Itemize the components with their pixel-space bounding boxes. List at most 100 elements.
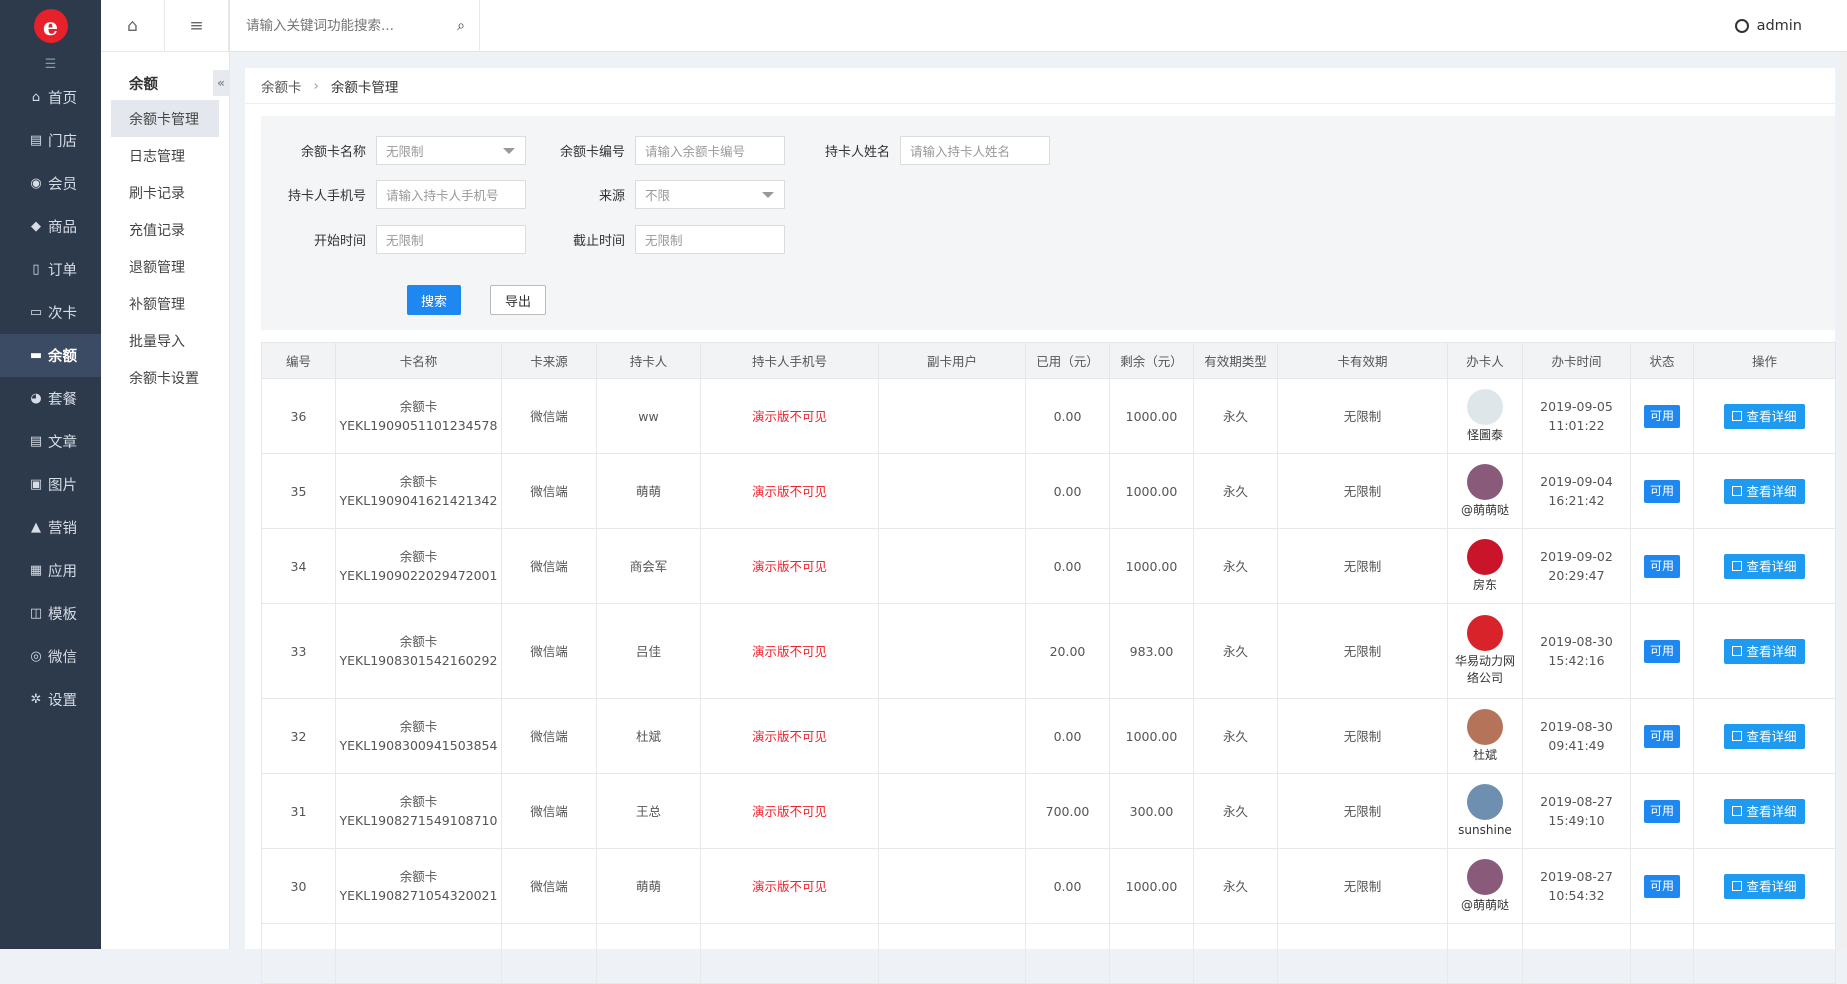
card-name: 余额卡 bbox=[399, 474, 438, 489]
cell-datetime: 2019-09-05 11:01:22 bbox=[1522, 378, 1631, 454]
nav-item-1[interactable]: ▤ 门店 bbox=[0, 119, 101, 162]
nav-item-14[interactable]: ✲ 设置 bbox=[0, 678, 101, 721]
view-detail-button[interactable]: 查看详细 bbox=[1724, 553, 1805, 579]
cell-empty bbox=[261, 923, 336, 984]
cell-holder: 杜斌 bbox=[596, 698, 701, 774]
end-label: 截止时间 bbox=[572, 234, 625, 249]
collapse-icon[interactable]: « bbox=[213, 70, 229, 96]
chevron-right-icon: › bbox=[313, 77, 319, 94]
status-badge: 可用 bbox=[1643, 799, 1680, 823]
detail-icon bbox=[1732, 646, 1743, 656]
cell-validity: 无限制 bbox=[1277, 698, 1448, 774]
nav-item-9[interactable]: ▣ 图片 bbox=[0, 463, 101, 506]
user-menu[interactable]: admin bbox=[1734, 0, 1802, 52]
cell-holder: 吕佳 bbox=[596, 603, 701, 699]
search-input[interactable] bbox=[246, 18, 446, 34]
nav-item-12[interactable]: ◫ 模板 bbox=[0, 592, 101, 635]
menu-toggle-icon[interactable]: ☰ bbox=[0, 52, 101, 76]
cell-empty bbox=[596, 923, 701, 984]
view-detail-button[interactable]: 查看详细 bbox=[1724, 638, 1805, 664]
submenu-item[interactable]: 退额管理 bbox=[111, 248, 219, 285]
home-button[interactable]: ⌂ bbox=[101, 0, 165, 51]
user-icon bbox=[1734, 19, 1749, 33]
cell-empty bbox=[1522, 923, 1631, 984]
view-detail-button[interactable]: 查看详细 bbox=[1724, 873, 1805, 899]
view-detail-button[interactable]: 查看详细 bbox=[1724, 478, 1805, 504]
submenu-item[interactable]: 余额卡设置 bbox=[111, 359, 219, 396]
cell-issuer: @萌萌哒 bbox=[1447, 848, 1523, 924]
cell-phone: 演示版不可见 bbox=[700, 773, 879, 849]
nav-item-label: 图片 bbox=[48, 478, 77, 494]
cell-status: 可用 bbox=[1630, 773, 1694, 849]
view-detail-button[interactable]: 查看详细 bbox=[1724, 723, 1805, 749]
table-row: 35 余额卡 YEKL1909041621421342 微信端 萌萌 演示版不可见 0.00… bbox=[261, 453, 1836, 529]
wechat-icon: ◎ bbox=[30, 649, 42, 664]
phone-label: 持卡人手机号 bbox=[287, 189, 366, 204]
cell-empty bbox=[1277, 923, 1448, 984]
logo[interactable]: e bbox=[0, 0, 101, 52]
cell-sub-user bbox=[878, 453, 1026, 529]
detail-icon bbox=[1732, 881, 1743, 891]
logo-icon: e bbox=[33, 9, 68, 43]
issue-date: 2019-09-04 bbox=[1540, 474, 1613, 489]
table-row: 31 余额卡 YEKL1908271549108710 微信端 王总 演示版不可见 700.… bbox=[261, 773, 1836, 849]
cell-validity: 无限制 bbox=[1277, 528, 1448, 604]
submenu-item[interactable]: 充值记录 bbox=[111, 211, 219, 248]
card-name-select[interactable]: 无限制 bbox=[376, 136, 526, 165]
cell-left: 1000.00 bbox=[1109, 698, 1194, 774]
cell-datetime: 2019-08-30 09:41:49 bbox=[1522, 698, 1631, 774]
source-select[interactable]: 不限 bbox=[635, 180, 785, 209]
cell-phone: 演示版不可见 bbox=[700, 848, 879, 924]
column-header: 持卡人 bbox=[596, 342, 701, 379]
cell-left: 1000.00 bbox=[1109, 848, 1194, 924]
cell-action: 查看详细 bbox=[1693, 528, 1836, 604]
nav-item-6[interactable]: ▬ 余额 bbox=[0, 334, 101, 377]
menu-button[interactable]: ≡ bbox=[165, 0, 229, 51]
issue-time: 09:41:49 bbox=[1548, 738, 1605, 753]
start-date-input[interactable]: 无限制 bbox=[376, 225, 526, 254]
nav-item-8[interactable]: ▤ 文章 bbox=[0, 420, 101, 463]
avatar bbox=[1467, 615, 1503, 651]
nav-item-11[interactable]: ▦ 应用 bbox=[0, 549, 101, 592]
view-detail-button[interactable]: 查看详细 bbox=[1724, 798, 1805, 824]
breadcrumb-parent[interactable]: 余额卡 bbox=[261, 76, 302, 96]
card-no-input[interactable]: 请输入余额卡编号 bbox=[635, 136, 785, 165]
template-icon: ◫ bbox=[29, 606, 43, 621]
nav-item-13[interactable]: ◎ 微信 bbox=[0, 635, 101, 678]
nav-item-label: 订单 bbox=[48, 263, 77, 279]
nav-item-4[interactable]: ▯ 订单 bbox=[0, 248, 101, 291]
breadcrumb-current: 余额卡管理 bbox=[330, 79, 399, 96]
cell-empty bbox=[1193, 923, 1278, 984]
page-scrollbar[interactable] bbox=[1839, 52, 1847, 949]
nav-item-5[interactable]: ▭ 次卡 bbox=[0, 291, 101, 334]
nav-item-3[interactable]: ◆ 商品 bbox=[0, 205, 101, 248]
view-detail-button[interactable]: 查看详细 bbox=[1724, 403, 1805, 429]
submenu-item[interactable]: 补额管理 bbox=[111, 285, 219, 322]
phone-input[interactable]: 请输入持卡人手机号 bbox=[376, 180, 526, 209]
submenu-item[interactable]: 刷卡记录 bbox=[111, 174, 219, 211]
submenu-item[interactable]: 余额卡管理 bbox=[111, 100, 219, 137]
export-button[interactable]: 导出 bbox=[490, 285, 546, 315]
avatar bbox=[1467, 538, 1503, 575]
nav-item-7[interactable]: ◕ 套餐 bbox=[0, 377, 101, 420]
cell-holder: ww bbox=[596, 378, 701, 454]
submenu-item[interactable]: 批量导入 bbox=[111, 322, 219, 359]
store-icon: ▤ bbox=[29, 133, 43, 148]
column-header: 办卡人 bbox=[1447, 342, 1523, 379]
nav-item-label: 营销 bbox=[48, 521, 77, 537]
submenu-item[interactable]: 日志管理 bbox=[111, 137, 219, 174]
nav-item-0[interactable]: ⌂ 首页 bbox=[0, 76, 101, 119]
end-date-input[interactable]: 无限制 bbox=[635, 225, 785, 254]
column-header: 编号 bbox=[261, 342, 336, 379]
table-row: 34 余额卡 YEKL1909022029472001 微信端 商会军 演示版不可见 0.0… bbox=[261, 528, 1836, 604]
cell-status: 可用 bbox=[1630, 453, 1694, 529]
holder-input[interactable]: 请输入持卡人姓名 bbox=[900, 136, 1050, 165]
cell-card-name: 余额卡 YEKL1908271054320021 bbox=[335, 848, 502, 924]
nav-item-10[interactable]: ▲ 营销 bbox=[0, 506, 101, 549]
nav-item-2[interactable]: ◉ 会员 bbox=[0, 162, 101, 205]
search-icon[interactable]: ⌕ bbox=[457, 18, 465, 34]
avatar bbox=[1467, 708, 1503, 745]
search-button[interactable]: 搜索 bbox=[407, 285, 461, 315]
view-detail-label: 查看详细 bbox=[1746, 643, 1797, 659]
cell-validity-type: 永久 bbox=[1193, 378, 1278, 454]
